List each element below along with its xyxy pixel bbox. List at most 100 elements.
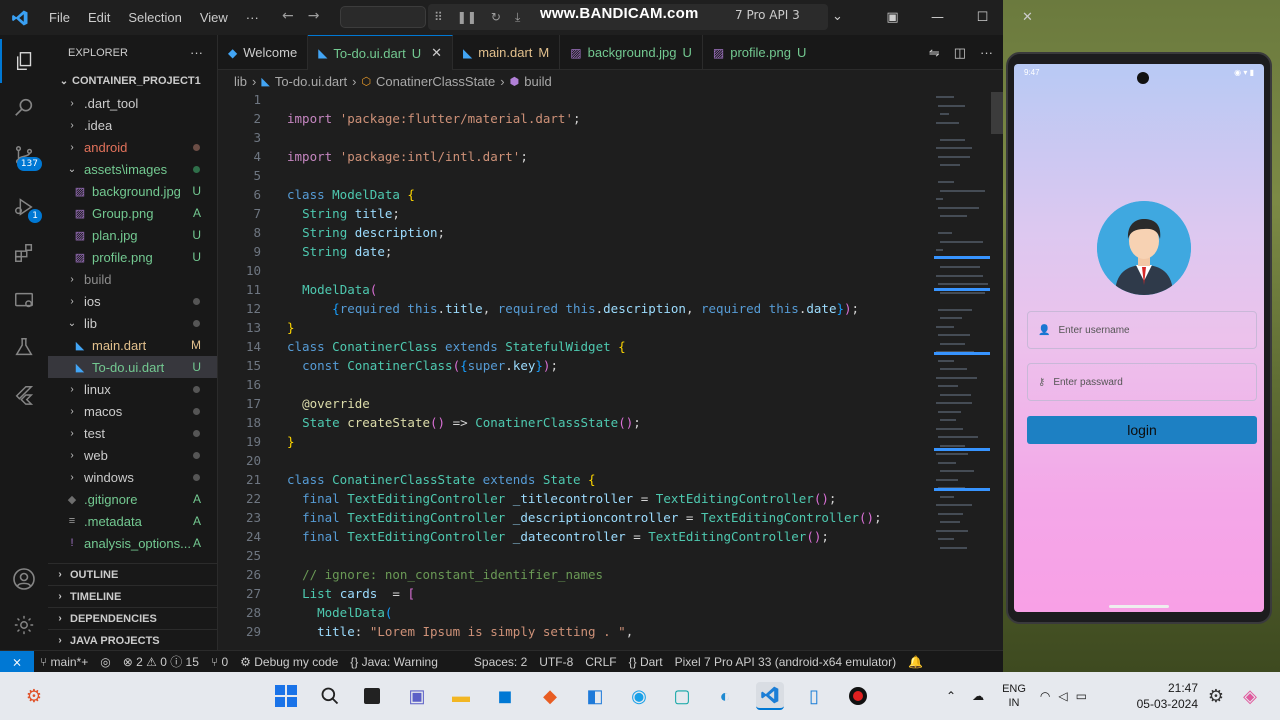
java-status[interactable]: {} Java: Warning <box>344 655 444 669</box>
login-button[interactable]: login <box>1027 416 1257 444</box>
pause-icon[interactable]: ❚❚ <box>457 10 477 24</box>
edge-icon[interactable]: ◐ <box>711 682 739 710</box>
app-icon[interactable]: ▢ <box>668 682 696 710</box>
breadcrumb-class[interactable]: ConatinerClassState <box>376 74 495 89</box>
split-editor-icon[interactable]: ◫ <box>954 45 966 61</box>
tree-item[interactable]: › web <box>48 444 217 466</box>
section-java-projects[interactable]: › JAVA PROJECTS <box>48 629 218 651</box>
tab-background-jpg[interactable]: ▨ background.jpg U <box>560 35 703 70</box>
home-gesture-bar[interactable] <box>1109 605 1169 608</box>
password-field[interactable]: ⚷ Enter passward <box>1027 363 1257 401</box>
tree-item[interactable]: › .dart_tool <box>48 92 217 114</box>
tree-item[interactable]: ◣ main.dart M <box>48 334 217 356</box>
tree-item[interactable]: › test <box>48 422 217 444</box>
tree-item[interactable]: › macos <box>48 400 217 422</box>
menu-selection[interactable]: Selection <box>119 10 190 25</box>
section-dependencies[interactable]: › DEPENDENCIES <box>48 607 218 629</box>
tree-item[interactable]: ▨ plan.jpg U <box>48 224 217 246</box>
chevron-up-icon[interactable]: ⌃ <box>946 689 956 703</box>
tree-item[interactable]: ◣ To-do.ui.dart U <box>48 356 217 378</box>
account-icon[interactable] <box>0 557 48 601</box>
ports-status[interactable]: ⑂ 0 <box>205 655 234 669</box>
task-view-icon[interactable] <box>358 682 386 710</box>
start-icon[interactable] <box>272 682 300 710</box>
tree-item[interactable]: ≡ .metadata A <box>48 510 217 532</box>
store-icon[interactable]: ◼ <box>491 682 519 710</box>
copilot-icon[interactable]: ◈ <box>1236 682 1264 710</box>
step-over-icon[interactable]: ⤓ <box>515 10 520 25</box>
problems-status[interactable]: ⊗ 2 ⚠ 0 ⓘ 15 <box>117 653 205 670</box>
chevron-down-icon[interactable]: ⌄ <box>832 9 843 24</box>
command-center-search[interactable] <box>340 6 426 28</box>
remote-explorer-icon[interactable] <box>0 279 48 323</box>
tree-item[interactable]: ▨ profile.png U <box>48 246 217 268</box>
tab-to-do-ui-dart[interactable]: ◣ To-do.ui.dart U ✕ <box>308 35 453 70</box>
restart-icon[interactable]: ↻ <box>491 10 501 24</box>
username-field[interactable]: 👤 Enter username <box>1027 311 1257 349</box>
tree-item[interactable]: › windows <box>48 466 217 488</box>
eol-status[interactable]: CRLF <box>579 655 622 669</box>
tree-item[interactable]: › linux <box>48 378 217 400</box>
search-icon[interactable] <box>0 85 48 129</box>
menu-edit[interactable]: Edit <box>79 10 119 25</box>
close-icon[interactable]: ✕ <box>431 45 442 61</box>
breadcrumb-lib[interactable]: lib <box>234 74 247 89</box>
language-status[interactable]: {} Dart <box>623 655 669 669</box>
tree-item[interactable]: › ios <box>48 290 217 312</box>
compare-changes-icon[interactable]: ⇋ <box>929 45 940 61</box>
vscode-taskbar-icon[interactable] <box>756 682 784 710</box>
menu-view[interactable]: View <box>191 10 237 25</box>
tab-main-dart[interactable]: ◣ main.dart M <box>453 35 561 70</box>
spaces-status[interactable]: Spaces: 2 <box>468 655 533 669</box>
menu-file[interactable]: File <box>40 10 79 25</box>
branch-status[interactable]: ⑂ main*+ <box>34 655 94 669</box>
breadcrumb-method[interactable]: build <box>524 74 551 89</box>
mysql-icon[interactable]: ◧ <box>581 682 609 710</box>
close-button[interactable]: ✕ <box>1005 0 1050 35</box>
editor-scrollbar[interactable] <box>991 92 1003 134</box>
emulator-icon[interactable]: ▯ <box>800 682 828 710</box>
minimap[interactable] <box>930 92 1003 650</box>
section-timeline[interactable]: › TIMELINE <box>48 585 218 607</box>
gear-icon[interactable] <box>0 603 48 647</box>
layout-icon[interactable]: ▣ <box>870 0 915 35</box>
notifications-icon[interactable]: 🔔 <box>902 655 929 669</box>
language-indicator[interactable]: ENG IN <box>1002 682 1026 710</box>
more-actions-icon[interactable]: ··· <box>190 45 203 60</box>
app-icon[interactable]: ◆ <box>536 682 564 710</box>
testing-icon[interactable] <box>0 325 48 369</box>
record-icon[interactable] <box>844 682 872 710</box>
device-status[interactable]: Pixel 7 Pro API 33 (android-x64 emulator… <box>669 655 902 669</box>
search-icon[interactable] <box>316 682 344 710</box>
speaker-icon[interactable]: ◁ <box>1058 689 1067 703</box>
breadcrumb-file[interactable]: To-do.ui.dart <box>275 74 347 89</box>
battery-icon[interactable]: ▭ <box>1076 689 1087 703</box>
tab-profile-png[interactable]: ▨ profile.png U <box>703 35 816 70</box>
tree-item[interactable]: ! analysis_options... A <box>48 532 217 554</box>
flutter-icon[interactable] <box>0 373 48 417</box>
debug-status[interactable]: ⚙ Debug my code <box>234 655 344 669</box>
wifi-icon[interactable]: ◠ <box>1040 689 1050 703</box>
menu-more[interactable]: ··· <box>237 10 268 25</box>
encoding-status[interactable]: UTF-8 <box>533 655 579 669</box>
maximize-button[interactable]: ☐ <box>960 0 1005 35</box>
tree-item[interactable]: ▨ background.jpg U <box>48 180 217 202</box>
sync-icon[interactable]: ◎ <box>94 655 116 669</box>
chrome-icon[interactable]: ◉ <box>625 682 653 710</box>
tab-welcome[interactable]: ◆ Welcome <box>218 35 309 70</box>
drag-handle-icon[interactable]: ⠿ <box>434 10 443 24</box>
extensions-icon[interactable] <box>0 231 48 275</box>
tree-item[interactable]: › android <box>48 136 217 158</box>
remote-indicator-icon[interactable]: ⨯ <box>0 650 34 673</box>
tree-item[interactable]: ▨ Group.png A <box>48 202 217 224</box>
tree-item[interactable]: ⌄ lib <box>48 312 217 334</box>
bandicam-tray-icon[interactable]: ⚙ <box>20 682 48 710</box>
section-outline[interactable]: › OUTLINE <box>48 563 218 585</box>
settings-icon[interactable]: ⚙ <box>1202 682 1230 710</box>
tree-item[interactable]: ⌄ assets\images <box>48 158 217 180</box>
forward-arrow-icon[interactable]: → <box>308 8 320 24</box>
cloud-icon[interactable]: ☁ <box>972 689 984 703</box>
clock[interactable]: 21:47 05-03-2024 <box>1128 680 1198 712</box>
tree-item[interactable]: ◆ .gitignore A <box>48 488 217 510</box>
more-actions-icon[interactable]: ··· <box>980 45 993 61</box>
